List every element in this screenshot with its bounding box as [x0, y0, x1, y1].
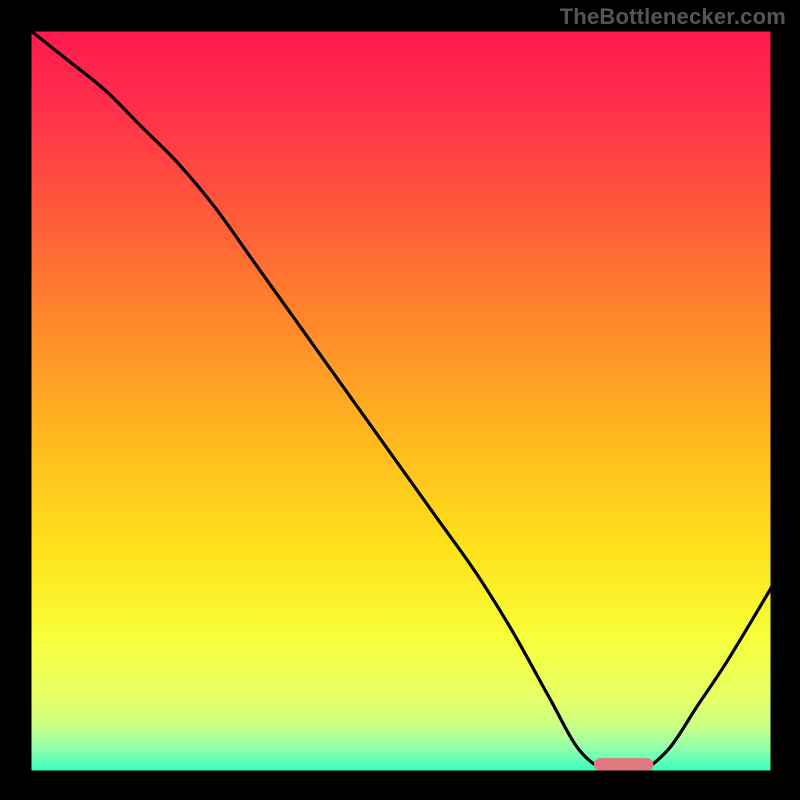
bottleneck-chart: [0, 0, 800, 800]
watermark-label: TheBottlenecker.com: [560, 4, 786, 30]
gradient-background: [30, 30, 772, 772]
chart-stage: TheBottlenecker.com: [0, 0, 800, 800]
optimal-range-marker: [594, 758, 653, 771]
